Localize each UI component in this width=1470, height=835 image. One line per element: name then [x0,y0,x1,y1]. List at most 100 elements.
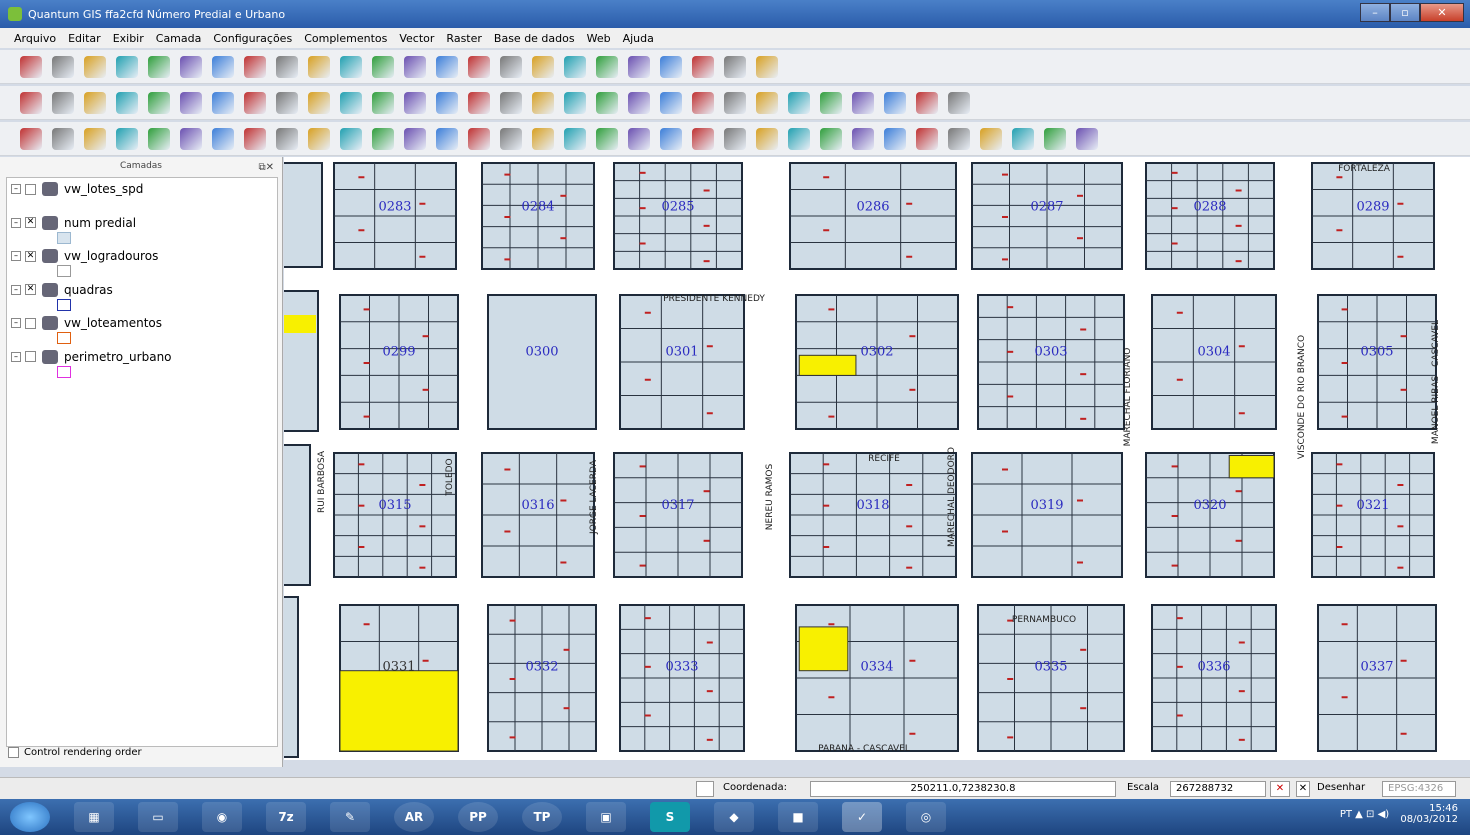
taskbar-app-explorer[interactable]: ▦ [74,802,114,832]
menu-camada[interactable]: Camada [156,32,202,45]
file-edit-tool-5-icon[interactable] [148,55,170,78]
minimize-button[interactable]: – [1360,3,1390,22]
file-edit-tool-1-icon[interactable] [20,55,42,78]
attribute-tool-10-icon[interactable] [308,127,330,150]
control-rendering-checkbox[interactable] [8,747,19,758]
navigation-tool-8-icon[interactable] [244,91,266,114]
attribute-tool-25-icon[interactable] [788,127,810,150]
navigation-tool-30-icon[interactable] [948,91,970,114]
file-edit-tool-18-icon[interactable] [564,55,586,78]
attribute-tool-13-icon[interactable] [404,127,426,150]
file-edit-tool-3-icon[interactable] [84,55,106,78]
file-edit-tool-12-icon[interactable] [372,55,394,78]
navigation-tool-13-icon[interactable] [404,91,426,114]
file-edit-tool-15-icon[interactable] [468,55,490,78]
navigation-tool-28-icon[interactable] [884,91,906,114]
layer-visibility-checkbox[interactable] [25,317,36,329]
clock-time[interactable]: 15:46 [1400,803,1458,814]
navigation-tool-17-icon[interactable] [532,91,554,114]
file-edit-tool-22-icon[interactable] [692,55,714,78]
navigation-tool-16-icon[interactable] [500,91,522,114]
layer-item-vw-logradouros[interactable]: – ✕ vw_logradouros [11,247,158,265]
coordinate-toggle-icon[interactable] [696,781,714,797]
taskbar-app-network[interactable]: ◎ [906,802,946,832]
file-edit-tool-2-icon[interactable] [52,55,74,78]
expand-icon[interactable]: – [11,251,21,261]
menu-vector[interactable]: Vector [399,32,434,45]
attribute-tool-26-icon[interactable] [820,127,842,150]
navigation-tool-22-icon[interactable] [692,91,714,114]
layer-visibility-checkbox[interactable] [25,183,36,195]
file-edit-tool-7-icon[interactable] [212,55,234,78]
navigation-tool-11-icon[interactable] [340,91,362,114]
attribute-tool-2-icon[interactable] [52,127,74,150]
file-edit-tool-24-icon[interactable] [756,55,778,78]
menu-arquivo[interactable]: Arquivo [14,32,56,45]
attribute-tool-22-icon[interactable] [692,127,714,150]
file-edit-tool-9-icon[interactable] [276,55,298,78]
menu-web[interactable]: Web [587,32,611,45]
navigation-tool-7-icon[interactable] [212,91,234,114]
expand-icon[interactable]: – [11,217,21,228]
menu-base-de-dados[interactable]: Base de dados [494,32,575,45]
file-edit-tool-4-icon[interactable] [116,55,138,78]
attribute-tool-19-icon[interactable] [596,127,618,150]
taskbar-app-tp[interactable]: TP [522,802,562,832]
start-button[interactable] [10,802,50,832]
file-edit-tool-20-icon[interactable] [628,55,650,78]
navigation-tool-18-icon[interactable] [564,91,586,114]
attribute-tool-29-icon[interactable] [916,127,938,150]
taskbar-app-chrome[interactable]: ◉ [202,802,242,832]
layer-visibility-checkbox[interactable]: ✕ [25,250,36,262]
navigation-tool-12-icon[interactable] [372,91,394,114]
layer-item-vw-loteamentos[interactable]: – vw_loteamentos [11,314,162,332]
menu-configuracoes[interactable]: Configurações [213,32,292,45]
layer-visibility-checkbox[interactable]: ✕ [25,217,36,228]
maximize-button[interactable]: ▫ [1390,3,1420,22]
navigation-tool-4-icon[interactable] [116,91,138,114]
file-edit-tool-6-icon[interactable] [180,55,202,78]
attribute-tool-18-icon[interactable] [564,127,586,150]
clock-date[interactable]: 08/03/2012 [1400,814,1458,825]
volume-icon[interactable]: ▲ ⊡ ◀) [1355,809,1392,820]
file-edit-tool-8-icon[interactable] [244,55,266,78]
attribute-tool-24-icon[interactable] [756,127,778,150]
scale-combo[interactable]: 267288732 [1170,781,1266,797]
taskbar-app-skype[interactable]: S [650,802,690,832]
navigation-tool-10-icon[interactable] [308,91,330,114]
navigation-tool-15-icon[interactable] [468,91,490,114]
layer-item-perimetro-urbano[interactable]: – perimetro_urbano [11,348,172,366]
render-checkbox[interactable]: ✕ [1296,781,1310,797]
navigation-tool-29-icon[interactable] [916,91,938,114]
expand-icon[interactable]: – [11,184,21,194]
attribute-tool-32-icon[interactable] [1012,127,1034,150]
taskbar-app-media[interactable]: ▣ [586,802,626,832]
attribute-tool-28-icon[interactable] [884,127,906,150]
navigation-tool-6-icon[interactable] [180,91,202,114]
navigation-tool-3-icon[interactable] [84,91,106,114]
attribute-tool-21-icon[interactable] [660,127,682,150]
file-edit-tool-13-icon[interactable] [404,55,426,78]
layer-item-quadras[interactable]: – ✕ quadras [11,281,113,299]
attribute-tool-16-icon[interactable] [500,127,522,150]
navigation-tool-14-icon[interactable] [436,91,458,114]
navigation-tool-21-icon[interactable] [660,91,682,114]
attribute-tool-33-icon[interactable] [1044,127,1066,150]
navigation-tool-25-icon[interactable] [788,91,810,114]
attribute-tool-27-icon[interactable] [852,127,874,150]
coordinate-value[interactable]: 250211.0,7238230.8 [810,781,1116,797]
attribute-tool-9-icon[interactable] [276,127,298,150]
taskbar-app-office[interactable]: ■ [778,802,818,832]
layer-visibility-checkbox[interactable]: ✕ [25,284,36,295]
file-edit-tool-23-icon[interactable] [724,55,746,78]
expand-icon[interactable]: – [11,318,21,328]
attribute-tool-23-icon[interactable] [724,127,746,150]
attribute-tool-12-icon[interactable] [372,127,394,150]
taskbar-app-tools[interactable]: ✎ [330,802,370,832]
menu-editar[interactable]: Editar [68,32,101,45]
menu-ajuda[interactable]: Ajuda [623,32,654,45]
attribute-tool-17-icon[interactable] [532,127,554,150]
taskbar-app-7zip[interactable]: 7z [266,802,306,832]
menu-raster[interactable]: Raster [446,32,481,45]
navigation-tool-19-icon[interactable] [596,91,618,114]
